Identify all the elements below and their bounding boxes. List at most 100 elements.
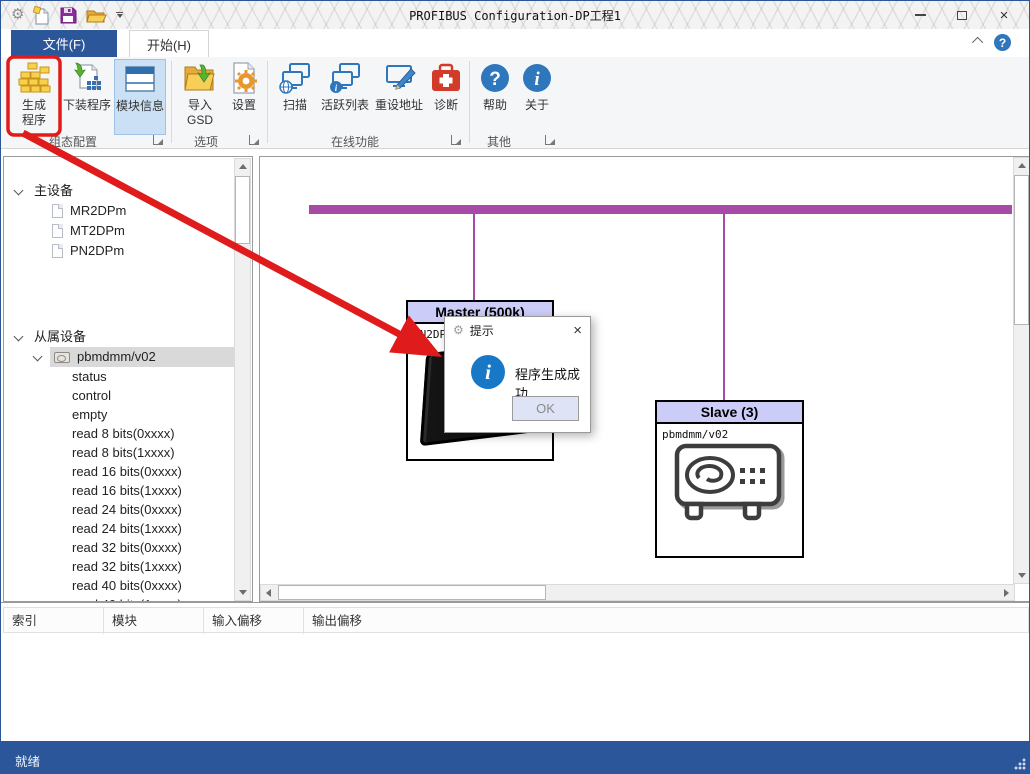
chevron-down-icon[interactable] bbox=[14, 186, 24, 196]
reset-address-button[interactable]: 重设地址 bbox=[373, 59, 425, 131]
scan-label: 扫描 bbox=[283, 98, 307, 113]
settings-icon bbox=[227, 61, 261, 95]
ribbon-separator bbox=[267, 61, 268, 143]
triangle-down-icon bbox=[239, 590, 247, 595]
group-label-configuration: 组态配置 bbox=[49, 133, 97, 149]
group-label-other: 其他 bbox=[487, 133, 511, 149]
chevron-down-icon[interactable] bbox=[33, 352, 43, 362]
window-title: PROFIBUS Configuration-DP工程1 bbox=[1, 7, 1029, 24]
download-program-button[interactable]: 下装程序 bbox=[61, 59, 113, 131]
dialog-launcher-icon[interactable] bbox=[249, 135, 259, 145]
info-icon: i bbox=[471, 355, 505, 389]
scroll-down-button[interactable] bbox=[1014, 568, 1029, 583]
svg-text:i: i bbox=[534, 69, 540, 90]
maximize-button[interactable] bbox=[941, 1, 983, 29]
tree-item-module[interactable]: read 32 bits(1xxxx) bbox=[4, 557, 252, 576]
tree-item-module[interactable]: status bbox=[4, 367, 252, 386]
tree-item-module[interactable]: read 16 bits(0xxxx) bbox=[4, 462, 252, 481]
canvas-vertical-scrollbar[interactable] bbox=[1013, 157, 1030, 584]
diagnose-button[interactable]: 诊断 bbox=[427, 59, 465, 131]
scrollbar-thumb[interactable] bbox=[1014, 175, 1029, 325]
dialog-close-button[interactable]: × bbox=[573, 322, 582, 339]
tree-item-label: read 24 bits(1xxxx) bbox=[72, 519, 182, 538]
tree-item-module[interactable]: read 32 bits(0xxxx) bbox=[4, 538, 252, 557]
scroll-up-button[interactable] bbox=[1014, 158, 1029, 173]
tree-item-module[interactable]: read 24 bits(0xxxx) bbox=[4, 500, 252, 519]
scroll-down-button[interactable] bbox=[235, 585, 250, 600]
minimize-button[interactable] bbox=[899, 1, 941, 29]
tree-spacer bbox=[4, 261, 252, 327]
tree-item-label: read 40 bits(0xxxx) bbox=[72, 576, 182, 595]
help-button[interactable]: ? bbox=[994, 34, 1011, 51]
tree-item-module[interactable]: read 40 bits(0xxxx) bbox=[4, 576, 252, 595]
generate-program-label: 生成 程序 bbox=[22, 98, 46, 128]
resize-grip[interactable] bbox=[1014, 758, 1026, 770]
tree-item-module[interactable]: empty bbox=[4, 405, 252, 424]
column-header-output-offset[interactable]: 输出偏移 bbox=[304, 608, 1030, 634]
info-glyph: i bbox=[485, 360, 491, 385]
svg-text:?: ? bbox=[489, 69, 501, 90]
about-button[interactable]: i 关于 bbox=[517, 59, 557, 131]
column-header-input-offset[interactable]: 输入偏移 bbox=[204, 608, 304, 634]
table-header-row: 索引 模块 输入偏移 输出偏移 bbox=[3, 607, 1029, 633]
module-info-button[interactable]: 模块信息 bbox=[114, 59, 166, 135]
tree-item-module[interactable]: read 40 bits(1xxxx) bbox=[4, 595, 252, 602]
module-info-icon bbox=[123, 62, 157, 96]
scroll-right-button[interactable] bbox=[999, 585, 1014, 600]
chevron-down-icon[interactable] bbox=[14, 332, 24, 342]
collapse-ribbon-button[interactable] bbox=[975, 37, 983, 45]
slave-node-header: Slave (3) bbox=[657, 402, 802, 424]
dialog-gear-icon: ⚙ bbox=[453, 323, 464, 337]
tree-item-label: read 16 bits(1xxxx) bbox=[72, 481, 182, 500]
generate-program-button[interactable]: 生成 程序 bbox=[9, 59, 59, 131]
tree-group-slaves[interactable]: 从属设备 bbox=[4, 327, 252, 347]
dialog-launcher-icon[interactable] bbox=[451, 135, 461, 145]
group-label-options: 选项 bbox=[194, 133, 218, 149]
tree-vertical-scrollbar[interactable] bbox=[234, 158, 251, 601]
tree-item-module[interactable]: read 8 bits(1xxxx) bbox=[4, 443, 252, 462]
about-info-icon: i bbox=[520, 61, 554, 95]
dialog-launcher-icon[interactable] bbox=[545, 135, 555, 145]
scroll-left-button[interactable] bbox=[261, 585, 276, 600]
tree-item-master[interactable]: MR2DPm bbox=[4, 201, 252, 221]
scroll-up-button[interactable] bbox=[235, 159, 250, 174]
tree-group-label: 主设备 bbox=[34, 181, 73, 201]
import-gsd-button[interactable]: 导入 GSD bbox=[177, 59, 223, 131]
module-info-label: 模块信息 bbox=[116, 99, 164, 114]
tab-file[interactable]: 文件(F) bbox=[11, 30, 117, 57]
dialog-title-bar[interactable]: ⚙ 提示 × bbox=[445, 317, 590, 343]
tab-home[interactable]: 开始(H) bbox=[129, 30, 209, 57]
slave-node[interactable]: Slave (3) pbmdmm/v02 bbox=[655, 400, 804, 558]
scan-button[interactable]: 扫描 bbox=[273, 59, 317, 131]
triangle-left-icon bbox=[266, 589, 271, 597]
triangle-right-icon bbox=[1004, 589, 1009, 597]
diagnose-icon bbox=[429, 61, 463, 95]
tree-item-master[interactable]: MT2DPm bbox=[4, 221, 252, 241]
tree-item-label: read 16 bits(0xxxx) bbox=[72, 462, 182, 481]
ok-button[interactable]: OK bbox=[512, 396, 579, 421]
column-header-module[interactable]: 模块 bbox=[104, 608, 204, 634]
active-list-button[interactable]: i 活跃列表 bbox=[319, 59, 371, 131]
scrollbar-thumb[interactable] bbox=[278, 585, 546, 600]
dialog-launcher-icon[interactable] bbox=[153, 135, 163, 145]
reset-address-icon bbox=[382, 61, 416, 95]
column-header-index[interactable]: 索引 bbox=[4, 608, 104, 634]
close-button[interactable]: × bbox=[983, 1, 1025, 29]
tree-item-module[interactable]: read 16 bits(1xxxx) bbox=[4, 481, 252, 500]
canvas-horizontal-scrollbar[interactable] bbox=[260, 584, 1015, 601]
tree-item-slave-device[interactable]: pbmdmm/v02 bbox=[4, 347, 252, 367]
slave-device-projector-icon bbox=[667, 438, 795, 530]
tree-item-master[interactable]: PN2DPm bbox=[4, 241, 252, 261]
tree-group-masters[interactable]: 主设备 bbox=[4, 181, 252, 201]
diagnose-label: 诊断 bbox=[434, 98, 458, 113]
network-canvas[interactable]: Master (500k) PN2DPm Slave (3) pbmdmm/v0… bbox=[259, 156, 1030, 602]
ribbon-help-button[interactable]: ? 帮助 bbox=[475, 59, 515, 131]
tree-item-module[interactable]: read 8 bits(0xxxx) bbox=[4, 424, 252, 443]
tree-item-module[interactable]: control bbox=[4, 386, 252, 405]
scrollbar-thumb[interactable] bbox=[235, 176, 250, 244]
settings-button[interactable]: 设置 bbox=[225, 59, 263, 131]
about-label: 关于 bbox=[525, 98, 549, 113]
dialog-title: 提示 bbox=[470, 322, 567, 339]
tree-item-module[interactable]: read 24 bits(1xxxx) bbox=[4, 519, 252, 538]
tree-item-label: read 32 bits(1xxxx) bbox=[72, 557, 182, 576]
